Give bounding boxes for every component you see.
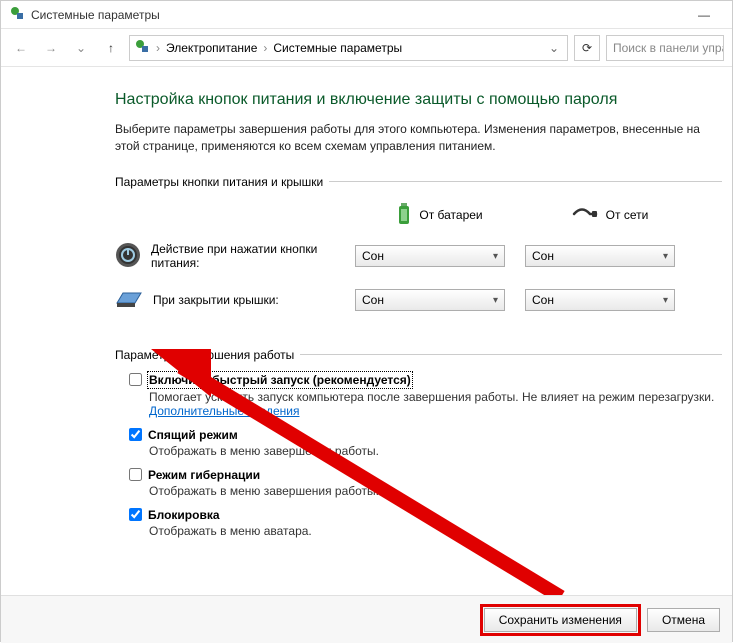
hibernate-desc: Отображать в меню завершения работы.	[149, 484, 722, 498]
titlebar: Системные параметры —	[1, 1, 732, 29]
sleep-option: Спящий режим Отображать в меню завершени…	[129, 428, 722, 458]
window-title: Системные параметры	[31, 8, 160, 22]
fast-startup-checkbox[interactable]	[129, 373, 142, 386]
address-bar[interactable]: › Электропитание › Системные параметры ⌄	[129, 35, 568, 61]
chevron-down-icon: ▾	[663, 295, 668, 306]
app-icon	[9, 5, 25, 24]
history-dropdown[interactable]: ⌄	[69, 36, 93, 60]
save-button[interactable]: Сохранить изменения	[484, 608, 637, 632]
footer: Сохранить изменения Отмена	[1, 595, 732, 643]
button-lid-legend: Параметры кнопки питания и крышки	[115, 175, 329, 189]
breadcrumb-power[interactable]: Электропитание	[166, 41, 257, 55]
page-intro: Выберите параметры завершения работы для…	[115, 121, 722, 155]
lid-close-label: При закрытии крышки:	[153, 293, 279, 307]
more-info-link[interactable]: Дополнительные сведения	[149, 404, 299, 418]
breadcrumb-system-settings[interactable]: Системные параметры	[273, 41, 402, 55]
lid-plugged-select[interactable]: Сон▾	[525, 289, 675, 311]
chevron-down-icon: ▾	[493, 295, 498, 306]
power-button-action-label: Действие при нажатии кнопки питания:	[151, 242, 331, 270]
search-input[interactable]: Поиск в панели упра	[606, 35, 724, 61]
plugged-label: От сети	[606, 208, 649, 222]
power-button-plugged-select[interactable]: Сон▾	[525, 245, 675, 267]
battery-label: От батареи	[419, 208, 482, 222]
power-button-icon	[115, 242, 141, 271]
lid-battery-select[interactable]: Сон▾	[355, 289, 505, 311]
sleep-title: Спящий режим	[148, 428, 238, 442]
fast-startup-option: Включить быстрый запуск (рекомендуется) …	[129, 372, 722, 418]
forward-button[interactable]: →	[39, 36, 63, 60]
shutdown-settings-legend: Параметры завершения работы	[115, 348, 300, 362]
chevron-down-icon: ▾	[493, 251, 498, 262]
battery-icon	[397, 203, 411, 228]
power-options-icon	[134, 38, 150, 57]
plug-icon	[572, 207, 598, 224]
fast-startup-desc: Помогает ускорить запуск компьютера посл…	[149, 390, 714, 404]
refresh-button[interactable]: ⟳	[574, 35, 600, 61]
address-dropdown[interactable]: ⌄	[545, 41, 563, 55]
lid-icon	[115, 289, 143, 312]
fast-startup-title: Включить быстрый запуск (рекомендуется)	[149, 373, 411, 387]
chevron-down-icon: ▾	[663, 251, 668, 262]
hibernate-option: Режим гибернации Отображать в меню завер…	[129, 468, 722, 498]
breadcrumb-sep-1: ›	[263, 41, 267, 55]
breadcrumb-sep-0: ›	[156, 41, 160, 55]
sleep-checkbox[interactable]	[129, 428, 142, 441]
cancel-button[interactable]: Отмена	[647, 608, 720, 632]
page-title: Настройка кнопок питания и включение защ…	[115, 91, 722, 109]
back-button[interactable]: ←	[9, 36, 33, 60]
lock-desc: Отображать в меню аватара.	[149, 524, 722, 538]
lock-title: Блокировка	[148, 508, 220, 522]
toolbar: ← → ⌄ ↑ › Электропитание › Системные пар…	[1, 29, 732, 67]
hibernate-title: Режим гибернации	[148, 468, 260, 482]
shutdown-settings-group: Параметры завершения работы Включить быс…	[115, 348, 722, 548]
minimize-button[interactable]: —	[684, 4, 724, 26]
plugged-header: От сети	[525, 207, 695, 224]
button-lid-group: Параметры кнопки питания и крышки От бат…	[115, 175, 722, 330]
battery-header: От батареи	[355, 203, 525, 228]
up-button[interactable]: ↑	[99, 36, 123, 60]
content-area: Настройка кнопок питания и включение защ…	[1, 67, 732, 548]
hibernate-checkbox[interactable]	[129, 468, 142, 481]
power-button-battery-select[interactable]: Сон▾	[355, 245, 505, 267]
lock-checkbox[interactable]	[129, 508, 142, 521]
sleep-desc: Отображать в меню завершения работы.	[149, 444, 722, 458]
lock-option: Блокировка Отображать в меню аватара.	[129, 508, 722, 538]
